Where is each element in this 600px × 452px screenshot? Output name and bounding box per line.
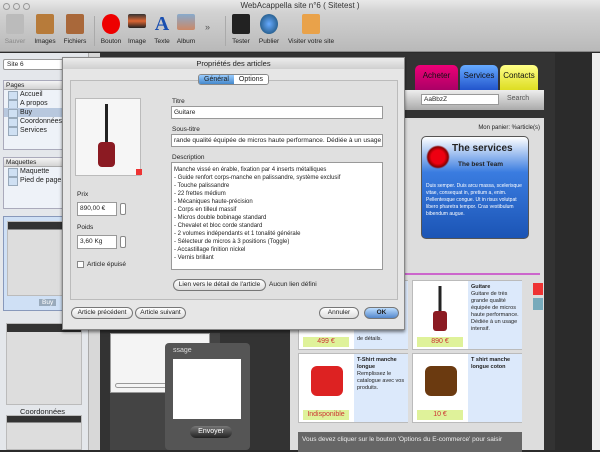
files-button[interactable]: Fichiers (62, 14, 88, 45)
product-name: T shirt manche longue coton (471, 357, 511, 370)
tab-general[interactable]: Général (199, 75, 234, 84)
product-price: 890 € (417, 337, 463, 347)
product-desc: Guitare de très grande qualité équipée d… (471, 291, 519, 332)
thumbnail-label: Buy (39, 299, 57, 306)
dialog-title: Propriétés des articles (63, 58, 404, 69)
send-button[interactable]: Envoyer (190, 426, 232, 438)
sold-out-label: Article épuisé (87, 261, 127, 268)
product-desc: Remplissez le catalogue avec vos produit… (357, 371, 405, 391)
album-button[interactable]: Album (176, 14, 196, 45)
bouton-button[interactable]: Bouton (99, 14, 123, 45)
minimize-window-button[interactable] (13, 3, 20, 10)
services-title: The services (452, 143, 513, 154)
product-name: Guitare (471, 284, 491, 290)
subtitle-input[interactable]: rande qualité équipée de micros haute pe… (171, 134, 383, 147)
more-tools-button[interactable]: » (205, 22, 210, 32)
letter-a-icon: A (154, 13, 170, 35)
album-icon (177, 14, 195, 30)
subtitle-label: Sous-titre (172, 126, 200, 133)
house-icon (302, 14, 320, 34)
services-subtitle: The best Team (458, 161, 504, 168)
article-link-button[interactable]: Lien vers le détail de l'article (173, 279, 266, 291)
product-desc: de détails. (357, 336, 383, 342)
delete-icon[interactable] (533, 283, 543, 295)
canvas-scrollbar[interactable] (592, 53, 600, 450)
product-card[interactable]: T-Shirt manche longue Remplissez le catal… (298, 353, 408, 423)
price-input[interactable]: 890,00 € (77, 202, 117, 216)
product-card[interactable]: T shirt manche longue coton 10 € (412, 353, 522, 423)
publish-button[interactable]: Publier (257, 14, 281, 45)
search-button[interactable]: Search (507, 95, 529, 102)
site-tab-contacts[interactable]: Contacts (500, 65, 538, 90)
sun-logo-icon (426, 145, 450, 169)
ecommerce-notice: Vous devez cliquer sur le bouton 'Option… (298, 432, 522, 452)
red-circle-icon (102, 14, 120, 34)
red-shirt-image (311, 366, 343, 396)
cart-label: Mon panier: %article(s) (478, 125, 540, 131)
product-name: T-Shirt manche longue (357, 357, 397, 370)
product-price: 499 € (303, 337, 349, 347)
binoculars-icon (232, 14, 250, 34)
toolbar: Sauver Images Fichiers Bouton Image A Tex… (0, 12, 600, 52)
thumbnail-coordonnees[interactable] (6, 323, 82, 405)
title-input[interactable]: Guitare (171, 106, 383, 119)
floppy-icon (6, 14, 24, 34)
site-tab-services[interactable]: Services (460, 65, 498, 90)
remove-image-icon[interactable] (136, 169, 142, 175)
next-article-button[interactable]: Article suivant (135, 307, 186, 319)
message-label: ssage (173, 347, 192, 354)
weight-input[interactable]: 3,60 Kg (77, 235, 117, 249)
product-card[interactable]: Guitare Guitare de très grande qualité éq… (412, 280, 522, 350)
dialog-tabs: Général Options (198, 74, 270, 85)
services-text: Duis semper. Duis arcu massa, scelerisqu… (426, 183, 522, 217)
zoom-window-button[interactable] (23, 3, 30, 10)
cancel-button[interactable]: Annuler (319, 307, 359, 319)
guitar-body (98, 142, 115, 167)
description-textarea[interactable]: Manche vissé en érable, fixation par 4 i… (171, 162, 383, 270)
weight-stepper[interactable] (120, 236, 126, 248)
product-price: Indisponible (303, 410, 349, 420)
weight-label: Poids (77, 224, 94, 231)
image-button[interactable]: Image (127, 14, 147, 45)
ok-button[interactable]: OK (364, 307, 399, 319)
site-tab-acheter[interactable]: Acheter (415, 65, 458, 90)
images-button[interactable]: Images (34, 14, 56, 45)
separator (225, 16, 226, 46)
files-icon (66, 14, 84, 34)
title-label: Titre (172, 98, 185, 105)
sold-out-checkbox[interactable] (77, 261, 84, 268)
text-button[interactable]: A Texte (152, 14, 172, 45)
message-textarea[interactable] (173, 359, 241, 419)
brown-shirt-image (425, 366, 457, 396)
services-box: The services The best Team Duis semper. … (421, 136, 529, 239)
guitar-image (433, 286, 447, 331)
picture-icon (128, 14, 146, 28)
price-label: Prix (77, 191, 89, 198)
edit-icon[interactable] (533, 298, 543, 310)
save-button[interactable]: Sauver (4, 14, 26, 45)
search-input[interactable]: AaBbzZ (421, 94, 499, 105)
separator (94, 16, 95, 46)
article-properties-dialog: Propriétés des articles Général Options … (62, 57, 405, 330)
link-status: Aucun lien défini (269, 281, 317, 288)
close-window-button[interactable] (3, 3, 10, 10)
tab-options[interactable]: Options (233, 75, 269, 84)
test-button[interactable]: Tester (230, 14, 252, 45)
description-label: Description (172, 154, 205, 161)
article-image[interactable] (75, 98, 142, 176)
globe-icon (260, 14, 278, 34)
previous-article-button[interactable]: Article précédent (71, 307, 133, 319)
visit-site-button[interactable]: Visiter votre site (286, 14, 336, 45)
price-stepper[interactable] (120, 203, 126, 215)
product-price: 10 € (417, 410, 463, 420)
images-icon (36, 14, 54, 34)
title-bar: WebAcappella site n°6 ( Sitetest ) (0, 0, 600, 12)
thumbnail-services[interactable] (6, 415, 82, 450)
window-title: WebAcappella site n°6 ( Sitetest ) (240, 1, 360, 10)
message-form: ssage Envoyer (165, 343, 250, 450)
